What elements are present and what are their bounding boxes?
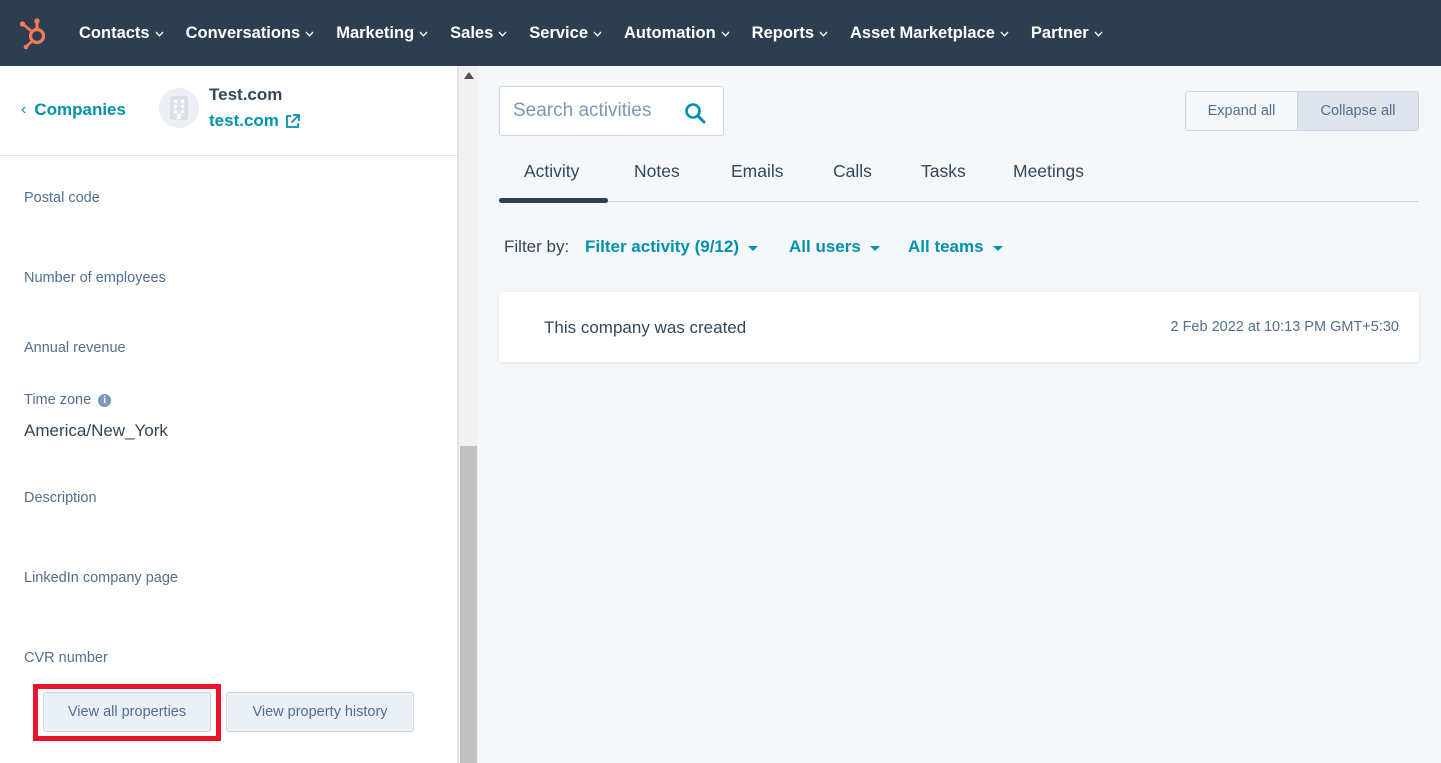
search-input[interactable] [513,99,678,123]
info-icon[interactable]: i [98,393,112,407]
record-sidebar: ‹ Companies Test.com test.com Postal cod… [0,66,458,763]
chevron-down-icon [155,31,164,37]
nav-conversations[interactable]: Conversations [186,24,315,43]
all-users-label: All users [789,237,861,256]
all-teams-dropdown[interactable]: All teams [908,237,1003,257]
time-zone-label: Time zone [24,392,92,408]
nav-partner[interactable]: Partner [1031,24,1103,43]
nav-reports[interactable]: Reports [752,24,828,43]
nav-contacts[interactable]: Contacts [79,24,164,43]
tab-calls[interactable]: Calls [833,161,872,182]
highlight-box [33,684,221,741]
view-property-history-button[interactable]: View property history [226,692,414,732]
nav-service[interactable]: Service [529,24,602,43]
tab-notes[interactable]: Notes [634,161,680,182]
record-header: ‹ Companies Test.com test.com [0,66,457,156]
nav-marketing[interactable]: Marketing [336,24,428,43]
chevron-down-icon [593,31,602,37]
search-activities-box[interactable] [499,86,724,136]
scroll-up-arrow-icon[interactable] [464,72,474,79]
external-link-icon [286,113,300,128]
search-icon[interactable] [684,102,706,124]
company-domain: test.com [209,111,279,130]
collapse-all-button[interactable]: Collapse all [1298,91,1419,131]
chevron-down-icon [498,31,507,37]
property-value-time-zone[interactable]: America/New_York [24,421,168,441]
nav-automation[interactable]: Automation [624,24,730,43]
activity-timestamp: 2 Feb 2022 at 10:13 PM GMT+5:30 [1170,319,1399,335]
chevron-down-icon [419,31,428,37]
activity-card[interactable]: This company was created 2 Feb 2022 at 1… [499,292,1419,362]
chevron-down-icon [819,31,828,37]
nav-asset-marketplace[interactable]: Asset Marketplace [850,24,1009,43]
property-label-number-of-employees: Number of employees [24,270,166,286]
property-label-description: Description [24,490,97,506]
top-navigation: Contacts Conversations Marketing Sales S… [0,0,1441,66]
back-label: Companies [34,100,126,119]
company-name: Test.com [209,85,283,104]
chevron-down-icon [305,31,314,37]
filter-by-label: Filter by: [504,237,570,256]
expand-all-button[interactable]: Expand all [1185,91,1298,131]
expand-collapse-group: Expand all Collapse all [1185,91,1419,131]
caret-down-icon [748,245,759,251]
property-label-cvr-number: CVR number [24,650,108,666]
all-users-dropdown[interactable]: All users [789,237,880,257]
building-icon [159,88,199,128]
property-label-time-zone: Time zone i [24,392,112,408]
sidebar-scrollbar[interactable] [458,66,478,763]
filter-activity-dropdown[interactable]: Filter activity (9/12) [585,237,759,257]
tab-emails[interactable]: Emails [731,161,784,182]
tab-tasks[interactable]: Tasks [921,161,966,182]
property-label-linkedin-company-page: LinkedIn company page [24,570,178,586]
caret-down-icon [992,245,1003,251]
chevron-down-icon [721,31,730,37]
tab-activity[interactable]: Activity [524,161,579,182]
nav-sales[interactable]: Sales [450,24,507,43]
chevron-down-icon [1094,31,1103,37]
filter-activity-label: Filter activity (9/12) [585,237,740,256]
all-teams-label: All teams [908,237,984,256]
tab-meetings[interactable]: Meetings [1013,161,1084,182]
back-to-companies-link[interactable]: ‹ Companies [21,100,126,120]
property-label-postal-code: Postal code [24,190,100,206]
hubspot-sprocket-icon[interactable] [17,16,51,50]
activity-text: This company was created [544,318,747,337]
activity-tabs: Activity Notes Emails Calls Tasks Meetin… [499,152,1419,203]
chevron-left-icon: ‹ [21,101,27,118]
chevron-down-icon [1000,31,1009,37]
scrollbar-thumb[interactable] [460,446,477,763]
property-label-annual-revenue: Annual revenue [24,340,126,356]
active-tab-indicator [499,198,608,203]
company-domain-link[interactable]: test.com [209,111,300,131]
caret-down-icon [869,245,880,251]
